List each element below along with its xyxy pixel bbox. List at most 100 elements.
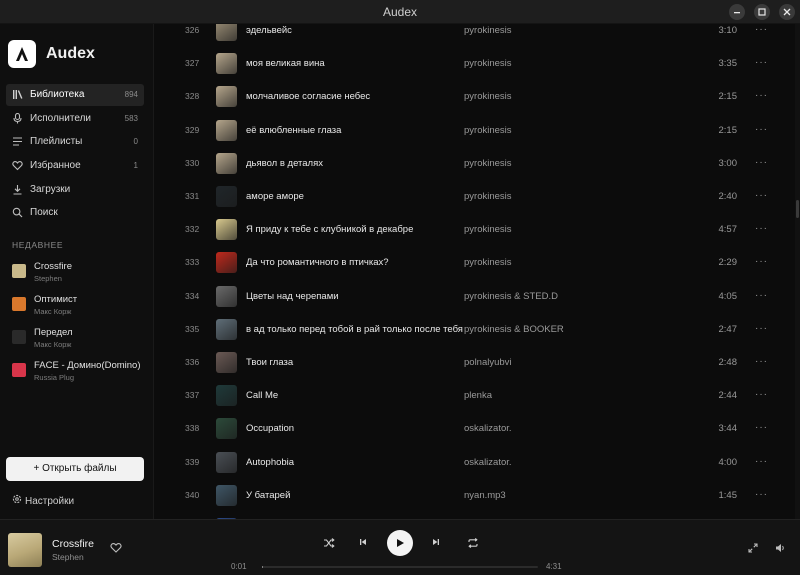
- recent-item[interactable]: FACE - Домино(Domino) Russia Plug: [12, 357, 147, 390]
- repeat-button[interactable]: [466, 537, 480, 551]
- track-row[interactable]: [155, 512, 800, 519]
- more-options-icon[interactable]: ···: [755, 57, 768, 68]
- track-cover: [216, 352, 237, 373]
- track-row[interactable]: 338 Occupation oskalizator. 3:44 ···: [155, 412, 800, 445]
- sidebar-item-label: Библиотека: [30, 89, 85, 100]
- more-options-icon[interactable]: ···: [755, 24, 768, 35]
- recent-item[interactable]: Передел Макс Корж: [12, 324, 147, 357]
- now-playing-artist: Stephen: [52, 552, 84, 562]
- track-row[interactable]: 332 Я приду к тебе с клубникой в декабре p…: [155, 213, 800, 246]
- track-row[interactable]: 336 Твои глаза polnalyubvi 2:48 ···: [155, 346, 800, 379]
- playlist-icon: [12, 136, 23, 147]
- recent-item[interactable]: Оптимист Макс Корж: [12, 291, 147, 324]
- track-number: 333: [185, 257, 200, 268]
- track-duration: 3:00: [718, 157, 738, 169]
- player-bar: Crossfire Stephen 0:01 4:31: [0, 519, 800, 575]
- play-button[interactable]: [387, 530, 413, 556]
- track-cover: [216, 484, 237, 506]
- more-options-icon[interactable]: ···: [755, 422, 768, 433]
- track-number: 328: [185, 91, 200, 102]
- track-artist: pyrokinesis: [464, 224, 512, 236]
- track-row[interactable]: 330 дьявол в деталях pyrokinesis 3:00 ···: [155, 147, 800, 180]
- track-row[interactable]: 329 её влюбленные глаза pyrokinesis 2:15 ···: [155, 114, 800, 147]
- sidebar-item-library[interactable]: Библиотека 894: [6, 84, 144, 106]
- more-options-icon[interactable]: ···: [755, 190, 768, 201]
- more-options-icon[interactable]: ···: [755, 290, 768, 301]
- track-number: 336: [185, 357, 200, 367]
- track-row[interactable]: 339 Autophobia oskalizator. 4:00 ···: [155, 446, 800, 479]
- sidebar-item-artists[interactable]: Исполнители 583: [6, 108, 144, 130]
- track-title: эдельвейс: [246, 25, 292, 36]
- more-options-icon[interactable]: ···: [755, 90, 768, 101]
- track-number: 339: [185, 456, 200, 467]
- track-duration: 2:48: [718, 357, 738, 368]
- progress-bar[interactable]: [262, 566, 538, 568]
- recent-section-label: НЕДАВНЕЕ: [12, 240, 64, 250]
- track-title: Я приду к тебе с клубникой в декабре: [246, 224, 414, 236]
- track-title: У батарей: [246, 489, 291, 501]
- track-number: 335: [185, 323, 200, 334]
- track-title: аморе аморе: [246, 191, 304, 202]
- close-button[interactable]: [779, 4, 795, 20]
- track-number: 326: [185, 25, 200, 35]
- album-thumbnail: [12, 363, 26, 377]
- track-duration: 4:00: [718, 456, 738, 468]
- track-cover: [216, 385, 237, 407]
- gear-icon: [12, 494, 25, 507]
- track-title: Call Me: [246, 390, 279, 402]
- more-options-icon[interactable]: ···: [755, 323, 768, 334]
- track-row[interactable]: 334 Цветы над черепами pyrokinesis & STED.…: [155, 280, 800, 313]
- track-list-scrollbar[interactable]: [795, 24, 800, 519]
- album-thumbnail: [12, 297, 26, 311]
- track-title: дьявол в деталях: [246, 157, 323, 169]
- track-row[interactable]: 340 У батарей nyan.mp3 1:45 ···: [155, 479, 800, 512]
- track-duration: 2:44: [718, 390, 738, 402]
- track-row[interactable]: 327 моя великая вина pyrokinesis 3:35 ···: [155, 47, 800, 80]
- play-icon: [397, 539, 404, 547]
- settings-button[interactable]: Настройки: [12, 494, 74, 507]
- more-options-icon[interactable]: ···: [755, 489, 768, 500]
- track-row[interactable]: 335 в ад только перед тобой в рай только …: [155, 313, 800, 346]
- track-row[interactable]: 333 Да что романтичного в птичках? pyrokin…: [155, 246, 800, 279]
- next-button[interactable]: [429, 537, 443, 551]
- open-files-button[interactable]: + Открыть файлы: [6, 457, 144, 481]
- track-duration: 3:10: [718, 25, 738, 36]
- track-duration: 2:15: [718, 91, 738, 103]
- track-row[interactable]: 326 эдельвейс pyrokinesis 3:10 ···: [155, 24, 800, 47]
- scrollbar-thumb[interactable]: [796, 200, 799, 218]
- minimize-button[interactable]: [729, 4, 745, 20]
- volume-icon: [776, 544, 784, 552]
- download-icon: [12, 184, 23, 195]
- track-artist: pyrokinesis: [464, 58, 512, 70]
- track-artist: pyrokinesis: [464, 124, 512, 136]
- expand-button[interactable]: [748, 543, 758, 556]
- track-duration: 3:35: [718, 58, 738, 70]
- favorite-button[interactable]: [110, 542, 122, 556]
- track-row[interactable]: 328 молчаливое согласие небес pyrokinesis 2…: [155, 80, 800, 113]
- track-cover: [216, 418, 237, 440]
- sidebar-item-downloads[interactable]: Загрузки: [6, 179, 144, 201]
- sidebar-item-playlists[interactable]: Плейлисты 0: [6, 131, 144, 153]
- more-options-icon[interactable]: ···: [755, 389, 768, 400]
- previous-button[interactable]: [356, 537, 370, 551]
- sidebar-item-count: 1: [133, 161, 138, 171]
- sidebar-item-favorites[interactable]: Избранное 1: [6, 155, 144, 177]
- more-options-icon[interactable]: ···: [755, 223, 768, 234]
- more-options-icon[interactable]: ···: [755, 157, 768, 168]
- track-row[interactable]: 337 Call Me plenka 2:44 ···: [155, 379, 800, 412]
- more-options-icon[interactable]: ···: [755, 124, 768, 135]
- more-options-icon[interactable]: ···: [755, 256, 768, 267]
- sidebar-item-search[interactable]: Поиск: [6, 202, 144, 224]
- sidebar-item-label: Избранное: [30, 160, 81, 172]
- minimize-icon: [734, 12, 740, 14]
- track-row[interactable]: 331 аморе аморе pyrokinesis 2:40 ···: [155, 180, 800, 213]
- track-duration: 2:29: [718, 257, 738, 269]
- volume-button[interactable]: [775, 543, 786, 556]
- maximize-button[interactable]: [754, 4, 770, 20]
- more-options-icon[interactable]: ···: [755, 456, 768, 467]
- more-options-icon[interactable]: ···: [755, 356, 768, 367]
- track-cover: [216, 318, 237, 340]
- shuffle-button[interactable]: [322, 537, 336, 551]
- recent-item[interactable]: Crossfire Stephen: [12, 258, 147, 291]
- recent-item-artist: Макс Корж: [34, 340, 72, 349]
